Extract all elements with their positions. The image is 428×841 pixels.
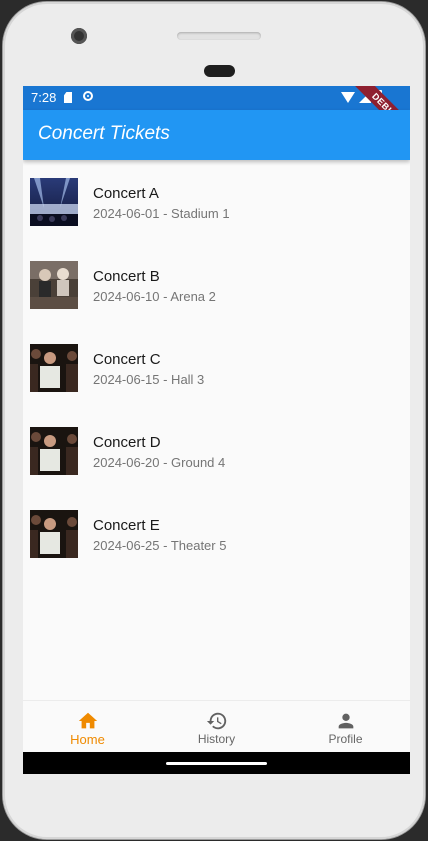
nav-label-history: History [197, 732, 236, 746]
speaker-grille [177, 32, 261, 40]
concert-list-item[interactable]: Concert E 2024-06-25 - Theater 5 [23, 492, 410, 575]
status-time: 7:28 [31, 90, 57, 105]
nav-item-history[interactable]: History [152, 701, 281, 753]
concert-list-item[interactable]: Concert D 2024-06-20 - Ground 4 [23, 409, 410, 492]
front-camera [71, 28, 87, 44]
app-bar: Concert Tickets [23, 110, 410, 160]
status-bar: 7:28 DEBUG [23, 86, 410, 145]
bottom-navigation: Home History Profile [23, 700, 410, 753]
sd-card-icon [64, 92, 72, 103]
concert-name: Concert E [93, 517, 160, 534]
concert-list-item[interactable]: Concert A 2024-06-01 - Stadium 1 [23, 160, 410, 243]
concert-details: 2024-06-10 - Arena 2 [93, 289, 216, 304]
system-navigation-bar [23, 752, 410, 774]
wifi-icon [341, 92, 355, 103]
concert-thumbnail [30, 261, 78, 309]
concert-list-item[interactable]: Concert B 2024-06-10 - Arena 2 [23, 243, 410, 326]
concert-thumbnail [30, 178, 78, 226]
concert-details: 2024-06-15 - Hall 3 [93, 372, 205, 387]
concert-name: Concert C [93, 351, 161, 368]
home-icon [78, 712, 98, 729]
nav-item-profile[interactable]: Profile [281, 701, 410, 753]
concert-list: Concert A 2024-06-01 - Stadium 1 Concert… [23, 160, 410, 575]
app-screen: 7:28 DEBUG Concert Tickets Concert A 202… [23, 86, 410, 774]
person-icon [338, 713, 354, 729]
concert-list-item[interactable]: Concert C 2024-06-15 - Hall 3 [23, 326, 410, 409]
concert-thumbnail [30, 510, 78, 558]
concert-name: Concert B [93, 268, 160, 285]
concert-details: 2024-06-20 - Ground 4 [93, 455, 226, 470]
nav-item-home[interactable]: Home [23, 701, 152, 753]
nav-label-profile: Profile [328, 732, 363, 746]
earpiece [204, 65, 235, 77]
gear-icon [83, 91, 93, 101]
concert-thumbnail [30, 427, 78, 475]
concert-name: Concert D [93, 434, 161, 451]
concert-thumbnail [30, 344, 78, 392]
home-gesture-handle[interactable] [166, 762, 267, 765]
concert-name: Concert A [93, 185, 159, 202]
history-icon [206, 712, 227, 730]
nav-label-home: Home [70, 732, 105, 747]
concert-details: 2024-06-25 - Theater 5 [93, 538, 227, 553]
concert-details: 2024-06-01 - Stadium 1 [93, 206, 230, 221]
page-title: Concert Tickets [38, 123, 170, 144]
